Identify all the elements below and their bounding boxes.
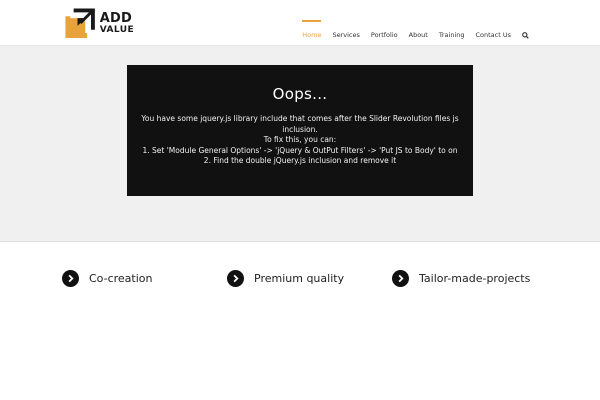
slider-error-box: Oops... You have some jquery.js library … <box>127 65 473 196</box>
chevron-right-circle-icon <box>392 270 409 287</box>
features-section: Co-creation Premium quality Tailor-made-… <box>0 242 600 400</box>
site-logo[interactable]: ADD VALUE <box>64 6 134 40</box>
feature-co-creation: Co-creation <box>62 270 153 287</box>
nav-services[interactable]: Services <box>332 0 359 46</box>
main-nav: Home Services Portfolio About Training C… <box>302 0 530 46</box>
feature-label: Co-creation <box>89 272 153 285</box>
error-line: 2. Find the double jQuery.js inclusion a… <box>203 156 397 165</box>
feature-label: Premium quality <box>254 272 345 285</box>
error-line: inclusion. <box>282 124 318 134</box>
chevron-right-circle-icon <box>227 270 244 287</box>
slider-area: Oops... You have some jquery.js library … <box>0 46 600 242</box>
nav-home[interactable]: Home <box>302 0 322 46</box>
nav-contact-us[interactable]: Contact Us <box>476 0 512 46</box>
logo-text-line1: ADD <box>99 10 133 26</box>
error-message: You have some jquery.js library include … <box>127 114 473 167</box>
logo-text-line2: VALUE <box>99 24 134 35</box>
logo-mark-icon <box>65 8 95 38</box>
nav-training[interactable]: Training <box>439 0 465 46</box>
feature-tailor-made-projects: Tailor-made-projects <box>392 270 530 287</box>
nav-about[interactable]: About <box>409 0 428 46</box>
error-title: Oops... <box>272 85 328 103</box>
error-line: To fix this, you can: <box>263 135 337 144</box>
nav-portfolio[interactable]: Portfolio <box>371 0 398 46</box>
search-icon[interactable] <box>522 0 530 46</box>
error-line: You have some jquery.js library include … <box>141 114 459 123</box>
logo-text: ADD VALUE <box>100 12 134 35</box>
feature-label: Tailor-made-projects <box>419 272 531 285</box>
chevron-right-circle-icon <box>62 270 79 287</box>
feature-premium-quality: Premium quality <box>227 270 344 287</box>
site-header: ADD VALUE Home Services Portfolio About … <box>0 0 600 46</box>
error-line: 1. Set 'Module General Options' -> 'jQue… <box>142 145 458 155</box>
